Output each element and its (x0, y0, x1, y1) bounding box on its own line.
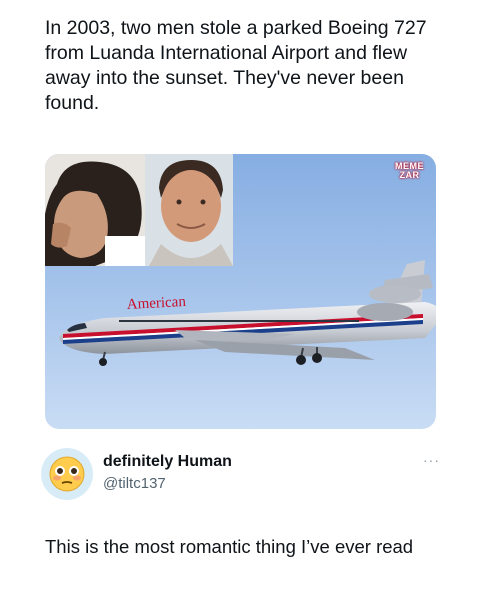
reply-text: This is the most romantic thing I’ve eve… (45, 536, 414, 557)
memezar-watermark-logo: MEME ZAR (395, 162, 424, 180)
post-image[interactable]: American MEME ZAR (45, 154, 436, 429)
livery-text: American (126, 294, 186, 313)
reply-tweet[interactable]: definitely Human @tiltc137 ··· This is t… (0, 440, 482, 600)
user-handle[interactable]: @tiltc137 (103, 475, 166, 492)
airplane-photo: American (45, 154, 436, 366)
watermark-line2: ZAR (399, 170, 420, 180)
post-text: In 2003, two men stole a parked Boeing 7… (45, 17, 427, 114)
avatar[interactable] (41, 448, 93, 500)
display-name[interactable]: definitely Human (103, 453, 232, 471)
flushed-face-emoji-icon (49, 456, 85, 492)
airplane: American (59, 260, 436, 366)
ellipsis-icon[interactable]: ··· (423, 452, 440, 468)
